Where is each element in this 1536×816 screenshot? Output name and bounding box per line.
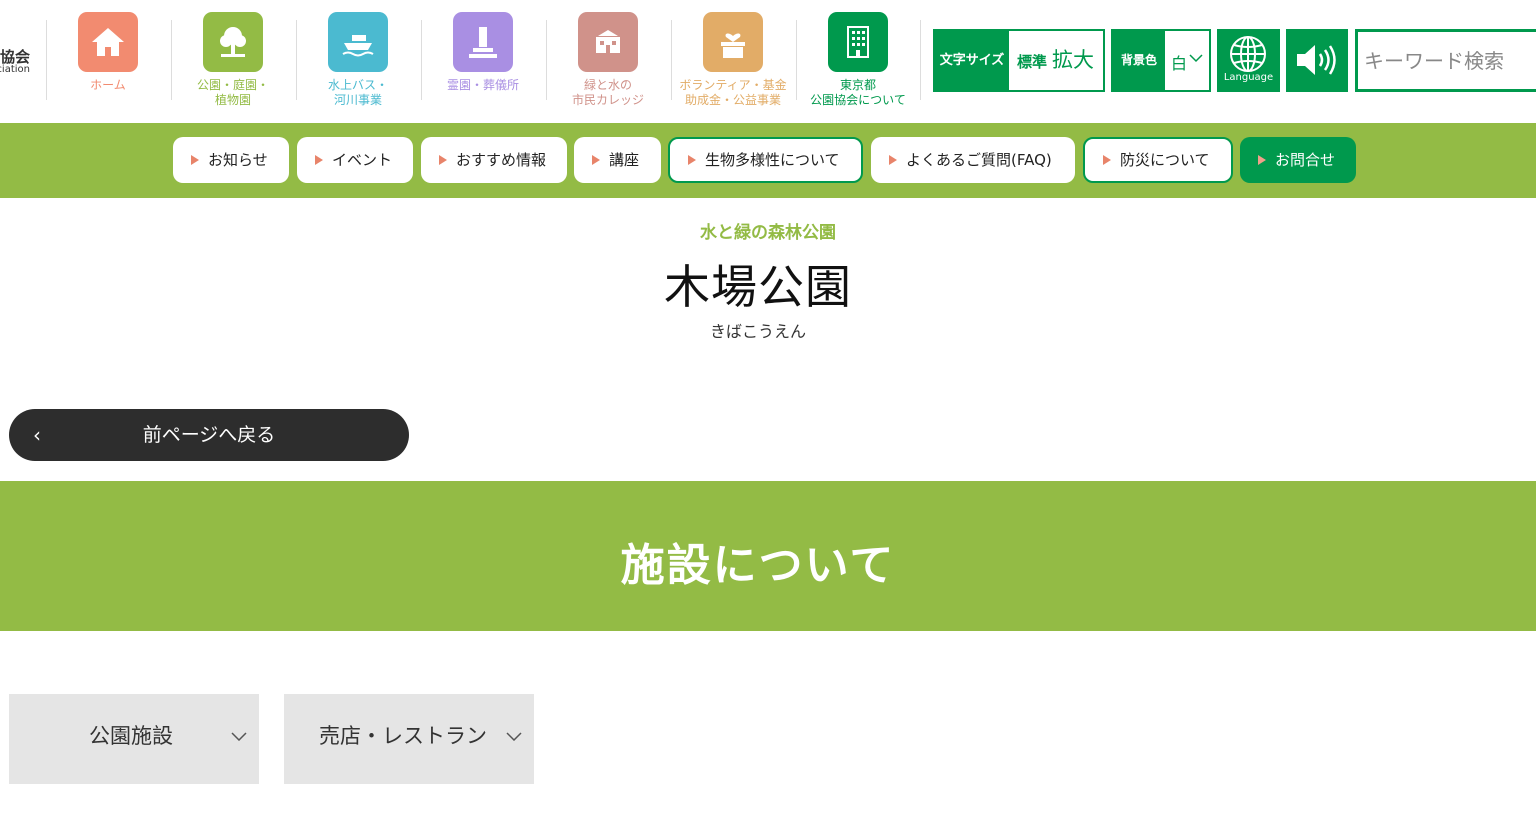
nav-volunteer[interactable]: ボランティア・基金 助成金・公益事業 [673, 12, 793, 108]
chevron-down-icon [1189, 54, 1203, 63]
nav-label: 緑と水の 市民カレッジ [571, 78, 644, 107]
site-header: 協会 ciation ホーム 公園・庭園・ 植物園 水上バス・ 河川事業 霊園・… [0, 0, 1536, 123]
nav-college[interactable]: 緑と水の 市民カレッジ [548, 12, 668, 108]
chevron-down-icon [506, 732, 522, 741]
back-button[interactable]: ‹ 前ページへ戻る [9, 409, 409, 461]
font-size-large-button[interactable]: 拡大 [1052, 44, 1094, 74]
building-icon [828, 12, 888, 72]
divider [171, 20, 172, 100]
triangle-right-icon [439, 154, 447, 165]
subnav-label: 防災について [1120, 151, 1210, 169]
page-title-reading: きばこうえん [709, 322, 806, 341]
divider [796, 20, 797, 100]
chevron-left-icon: ‹ [33, 423, 41, 447]
tab-shops-restaurants[interactable]: 売店・レストラン [284, 694, 534, 784]
triangle-right-icon [1103, 154, 1111, 165]
search-input[interactable] [1362, 46, 1536, 76]
triangle-right-icon [592, 154, 600, 165]
sub-navigation: お知らせ イベント おすすめ情報 講座 生物多様性について よくあるご質問(FA… [0, 123, 1536, 198]
read-aloud-button[interactable] [1286, 29, 1348, 92]
triangle-right-icon [315, 154, 323, 165]
boat-icon [328, 12, 388, 72]
back-button-label: 前ページへ戻る [142, 424, 276, 446]
subnav-recommended[interactable]: おすすめ情報 [421, 137, 567, 183]
nav-label: 水上バス・ 河川事業 [327, 78, 388, 107]
nav-parks[interactable]: 公園・庭園・ 植物園 [173, 12, 293, 108]
divider [920, 20, 921, 100]
divider [546, 20, 547, 100]
triangle-right-icon [191, 154, 199, 165]
nav-label: 公園・庭園・ 植物園 [196, 78, 269, 107]
divider [671, 20, 672, 100]
site-logo[interactable]: 協会 ciation [0, 44, 34, 80]
subnav-label: おすすめ情報 [456, 151, 547, 169]
subnav-biodiversity[interactable]: 生物多様性について [668, 137, 863, 183]
donation-box-icon [703, 12, 763, 72]
font-size-options: 標準 拡大 [1009, 31, 1103, 90]
tab-label: 公園施設 [89, 724, 173, 748]
park-category: 水と緑の森林公園 [700, 223, 836, 243]
divider [421, 20, 422, 100]
gravestone-icon [453, 12, 513, 72]
font-size-label: 文字サイズ [939, 53, 1005, 68]
nav-label: 東京都 公園協会について [810, 78, 906, 107]
home-icon [78, 12, 138, 72]
triangle-right-icon [688, 154, 696, 165]
subnav-faq[interactable]: よくあるご質問(FAQ) [871, 137, 1075, 183]
language-button[interactable]: Language [1217, 29, 1280, 92]
subnav-lectures[interactable]: 講座 [574, 137, 661, 183]
background-color-select[interactable]: 白 [1165, 31, 1209, 90]
nav-cemetery[interactable]: 霊園・葬儀所 [423, 12, 543, 93]
chevron-down-icon [231, 732, 247, 741]
subnav-events[interactable]: イベント [297, 137, 413, 183]
logo-subtext: ciation [0, 64, 30, 75]
subnav-label: お問合せ [1275, 151, 1336, 169]
section-title: 施設について [620, 540, 896, 591]
triangle-right-icon [889, 154, 897, 165]
subnav-disaster-prevention[interactable]: 防災について [1083, 137, 1233, 183]
background-color-label: 背景色 [1120, 53, 1157, 67]
subnav-label: お知らせ [208, 151, 268, 169]
subnav-label: イベント [332, 151, 393, 169]
font-size-control: 文字サイズ 標準 拡大 [933, 29, 1105, 92]
language-label: Language [1223, 72, 1274, 83]
nav-label: ボランティア・基金 助成金・公益事業 [679, 78, 787, 107]
subnav-contact[interactable]: お問合せ [1240, 137, 1356, 183]
divider [296, 20, 297, 100]
nav-waterbus[interactable]: 水上バス・ 河川事業 [298, 12, 418, 108]
divider [46, 20, 47, 100]
nav-label: 霊園・葬儀所 [446, 78, 519, 92]
globe-icon [1230, 36, 1266, 72]
nav-about[interactable]: 東京都 公園協会について [798, 12, 918, 108]
tab-label: 売店・レストラン [319, 724, 487, 748]
tab-park-facilities[interactable]: 公園施設 [9, 694, 259, 784]
subnav-news[interactable]: お知らせ [173, 137, 289, 183]
school-icon [578, 12, 638, 72]
search-box [1355, 29, 1536, 92]
background-color-control: 背景色 白 [1111, 29, 1211, 92]
background-color-value: 白 [1171, 54, 1188, 73]
subnav-label: 講座 [609, 151, 640, 169]
nav-label: ホーム [90, 78, 126, 92]
nav-home[interactable]: ホーム [48, 12, 168, 93]
font-size-standard-button[interactable]: 標準 [1017, 51, 1047, 72]
triangle-right-icon [1258, 154, 1266, 165]
tree-icon [203, 12, 263, 72]
section-header: 施設について [0, 481, 1536, 631]
subnav-label: よくあるご質問(FAQ) [906, 151, 1052, 169]
page-title: 木場公園 [664, 260, 852, 314]
subnav-label: 生物多様性について [705, 151, 840, 169]
speaker-icon [1297, 45, 1336, 75]
